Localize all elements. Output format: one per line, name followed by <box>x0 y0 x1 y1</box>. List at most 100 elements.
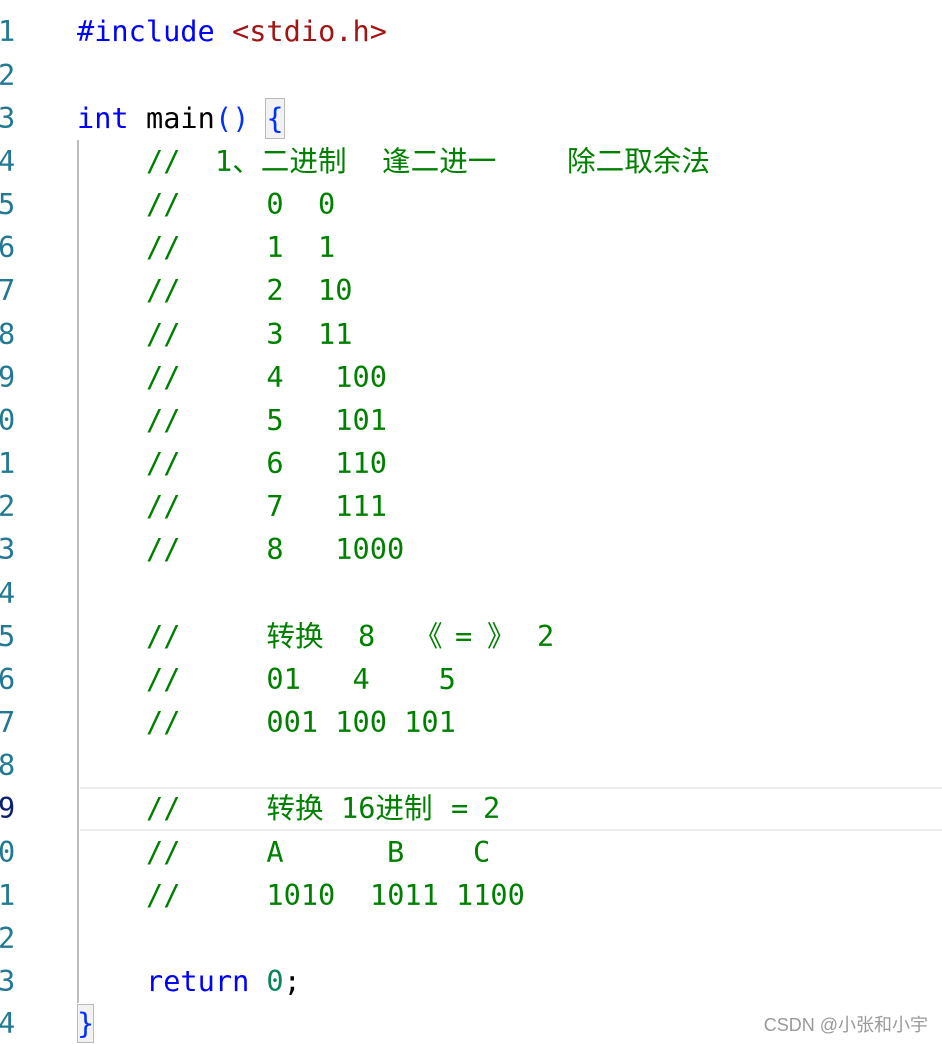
line-number: 5 <box>0 618 16 653</box>
code-line[interactable]: 6 // 01 4 5 <box>0 658 942 701</box>
comment-text: 3 <box>266 316 284 351</box>
code-line[interactable]: 8 <box>0 744 942 787</box>
code-line[interactable]: 5 // 0 0 <box>0 183 942 226</box>
comment-slashes: // <box>146 618 181 653</box>
comment-text: = <box>451 791 469 826</box>
comment-text: 》 <box>487 618 516 653</box>
line-number: 1 <box>0 877 16 912</box>
comment-slashes: // <box>146 187 181 222</box>
comment-text: B <box>387 834 405 869</box>
comment-text: 111 <box>335 489 387 524</box>
comment-text: 16进制 <box>341 791 433 826</box>
comment-text: 0 <box>266 187 284 222</box>
comment-text: 2 <box>537 618 555 653</box>
line-number: 8 <box>0 316 16 351</box>
comment-text: 4 <box>266 359 284 394</box>
comment-slashes: // <box>146 489 181 524</box>
type-keyword: int <box>77 100 129 135</box>
comment-text: 7 <box>266 489 284 524</box>
code-editor[interactable]: 1 #include <stdio.h> 2 3 int main () { 4… <box>0 10 942 1044</box>
line-number: 1 <box>0 14 16 49</box>
comment-text: 《 <box>414 618 443 653</box>
line-number: 3 <box>0 532 16 567</box>
line-number: 4 <box>0 575 16 610</box>
line-number: 5 <box>0 187 16 222</box>
code-line[interactable]: 3 // 8 1000 <box>0 528 942 571</box>
comment-slashes: // <box>146 143 181 178</box>
comment-slashes: // <box>146 791 181 826</box>
line-number: 8 <box>0 748 16 783</box>
comment-text: 0 <box>318 187 336 222</box>
code-line[interactable]: 1 // 1010 1011 1100 <box>0 874 942 917</box>
code-line[interactable]: 2 <box>0 54 942 97</box>
function-name: main <box>146 100 215 135</box>
comment-text: 转换 <box>266 618 324 653</box>
code-line[interactable]: 1 #include <stdio.h> <box>0 10 942 53</box>
code-line[interactable]: 1 // 6 110 <box>0 442 942 485</box>
comment-text: 1、二进制 <box>215 143 347 178</box>
comment-text: 5 <box>438 661 456 696</box>
close-brace: } <box>77 1006 95 1041</box>
code-line[interactable]: 0 // 5 101 <box>0 399 942 442</box>
comment-slashes: // <box>146 402 181 437</box>
code-line-current[interactable]: 9 // 转换 16进制 = 2 <box>0 787 942 831</box>
comment-text: 101 <box>404 705 456 740</box>
line-number: 6 <box>0 661 16 696</box>
comment-text: C <box>473 834 491 869</box>
comment-text: 除二取余法 <box>567 143 710 178</box>
line-number: 4 <box>0 1006 16 1041</box>
include-directive: #include <box>77 14 215 49</box>
comment-text: 6 <box>266 446 284 481</box>
comment-text: 1100 <box>456 877 525 912</box>
code-line[interactable]: 7 // 2 10 <box>0 269 942 312</box>
line-number: 6 <box>0 230 16 265</box>
comment-text: 8 <box>266 532 284 567</box>
code-line[interactable]: 3 return 0 ; <box>0 960 942 1003</box>
comment-text: 2 <box>483 791 501 826</box>
code-line[interactable]: 9 // 4 100 <box>0 356 942 399</box>
current-line-highlight <box>80 787 942 831</box>
semicolon: ; <box>283 964 301 999</box>
open-brace: { <box>266 100 284 135</box>
code-line[interactable]: 5 // 转换 8 《 = 》 2 <box>0 615 942 658</box>
line-number: 3 <box>0 964 16 999</box>
comment-text: 1010 <box>266 877 336 912</box>
comment-slashes: // <box>146 230 181 265</box>
comment-slashes: // <box>146 834 181 869</box>
line-number: 0 <box>0 834 16 869</box>
comment-text: 4 <box>352 661 370 696</box>
comment-slashes: // <box>146 532 181 567</box>
code-line[interactable]: 2 <box>0 917 942 960</box>
comment-slashes: // <box>146 705 181 740</box>
comment-text: 11 <box>318 316 353 351</box>
code-line[interactable]: 8 // 3 11 <box>0 313 942 356</box>
line-number: 9 <box>0 359 16 394</box>
number-literal: 0 <box>266 964 284 999</box>
comment-text: 110 <box>335 446 387 481</box>
comment-text: 100 <box>335 359 387 394</box>
line-number: 7 <box>0 273 16 308</box>
comment-slashes: // <box>146 273 181 308</box>
comment-text: 001 <box>266 705 319 740</box>
comment-text: 100 <box>335 705 387 740</box>
comment-text: 转换 <box>266 791 324 826</box>
code-line[interactable]: 0 // A B C <box>0 831 942 874</box>
comment-text: 2 <box>266 273 284 308</box>
code-line[interactable]: 7 // 001 100 101 <box>0 701 942 744</box>
code-line[interactable]: 6 // 1 1 <box>0 226 942 269</box>
comment-text: 5 <box>266 402 284 437</box>
code-line[interactable]: 4 <box>0 572 942 615</box>
comment-slashes: // <box>146 661 181 696</box>
code-line[interactable]: 4 // 1、二进制 逢二进一 除二取余法 <box>0 140 942 183</box>
line-number: 4 <box>0 143 16 178</box>
parentheses: () <box>215 100 250 135</box>
line-number: 2 <box>0 489 16 524</box>
line-number: 3 <box>0 100 16 135</box>
comment-text: 1000 <box>335 532 405 567</box>
watermark: CSDN @小张和小宇 <box>763 1015 928 1035</box>
code-line[interactable]: 3 int main () { <box>0 97 942 140</box>
line-number-active: 9 <box>0 791 16 826</box>
line-number: 0 <box>0 402 16 437</box>
line-number: 7 <box>0 705 16 740</box>
code-line[interactable]: 2 // 7 111 <box>0 485 942 528</box>
